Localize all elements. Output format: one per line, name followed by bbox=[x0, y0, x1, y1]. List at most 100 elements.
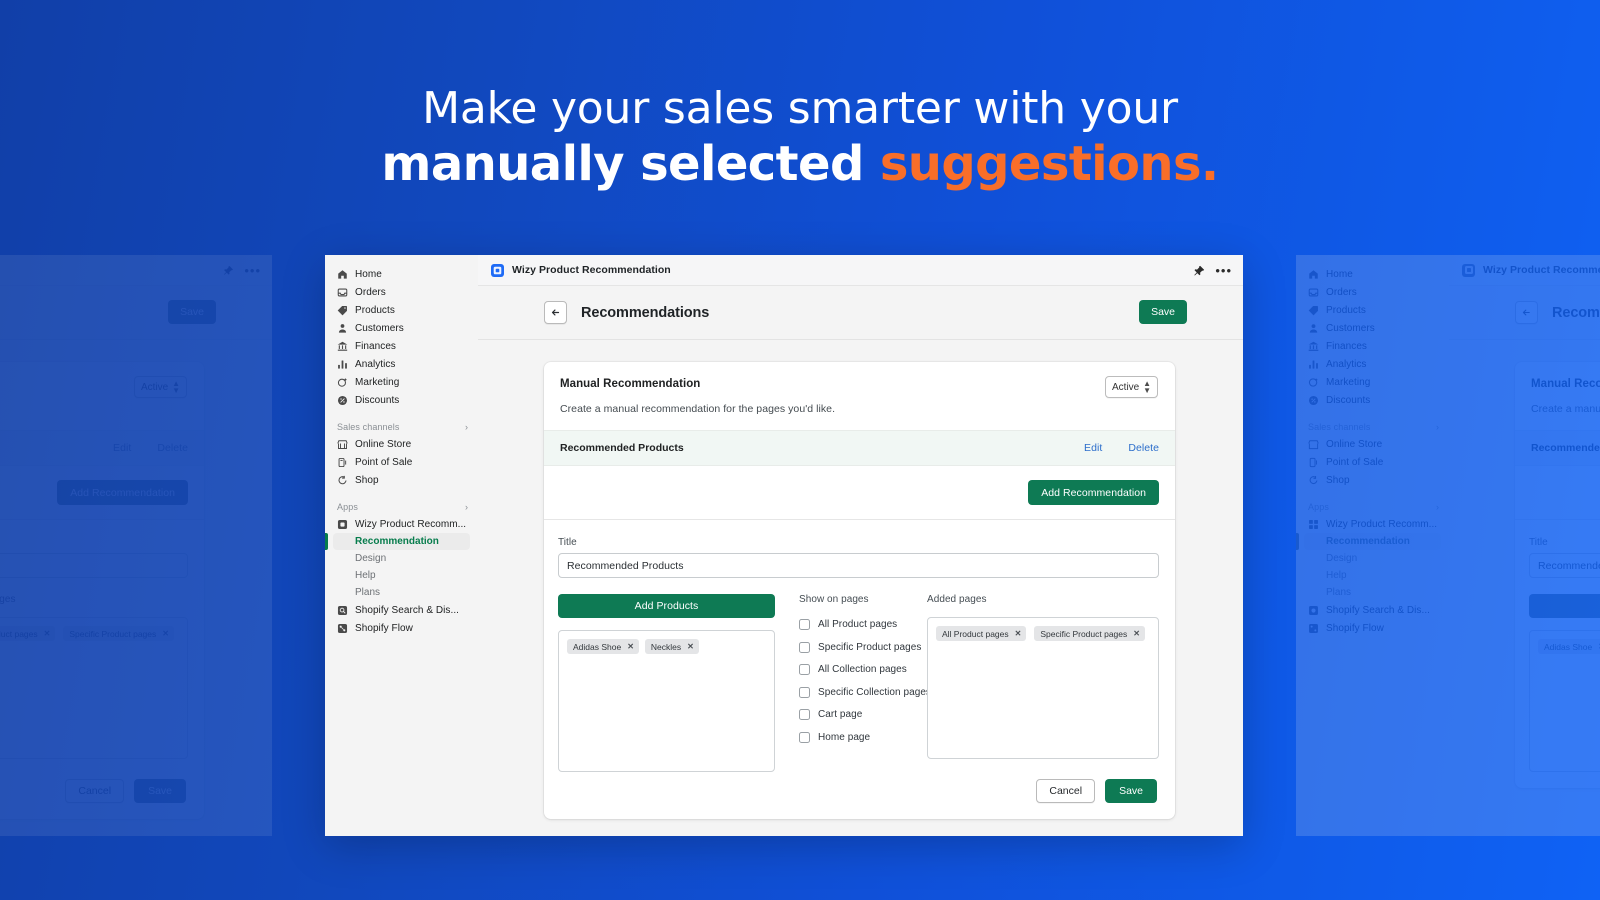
ghost-left-added-tag: Specific Product pages ✕ bbox=[63, 626, 174, 641]
recommendation-row-actions: Edit Delete bbox=[1084, 442, 1159, 454]
back-button[interactable] bbox=[544, 301, 567, 324]
remove-icon[interactable]: ✕ bbox=[627, 642, 634, 651]
more-horizontal-icon[interactable]: ••• bbox=[1215, 264, 1232, 277]
arrow-left-icon bbox=[1515, 301, 1538, 324]
ghost-right-card-title: Manual Recommendation bbox=[1531, 378, 1600, 390]
person-icon bbox=[337, 323, 348, 334]
app-tile-icon bbox=[1308, 623, 1319, 634]
checkbox-label: Specific Product pages bbox=[818, 641, 922, 653]
remove-icon[interactable]: ✕ bbox=[1133, 629, 1140, 638]
sidebar-subitem-plans[interactable]: Plans bbox=[333, 584, 470, 601]
sidebar-section-sales-channels[interactable]: Sales channels › bbox=[337, 422, 468, 432]
ghost-right-page-title: Recommendations bbox=[1552, 304, 1600, 321]
edit-link[interactable]: Edit bbox=[1084, 442, 1102, 454]
checkbox-icon[interactable] bbox=[799, 619, 810, 630]
remove-icon[interactable]: ✕ bbox=[687, 642, 694, 651]
sidebar-item-point-of-sale[interactable]: Point of Sale bbox=[333, 453, 470, 471]
title-input[interactable]: Recommended Products bbox=[558, 553, 1159, 578]
form-columns: Add Products Adidas Shoe ✕ Neckles ✕ Sho… bbox=[558, 594, 1159, 803]
chevron-right-icon: › bbox=[465, 421, 468, 432]
sidebar-item-products[interactable]: Products bbox=[333, 301, 470, 319]
sidebar-item-marketing[interactable]: Marketing bbox=[333, 373, 470, 391]
sidebar-item-label: Customers bbox=[355, 322, 404, 334]
sidebar-item-wizy: Wizy Product Recomm... bbox=[1304, 515, 1441, 533]
app-content-area: Recommendations Save Manual Recommendati… bbox=[478, 286, 1243, 836]
form-save-button[interactable]: Save bbox=[1105, 779, 1157, 803]
sidebar-subitem-help: Help bbox=[1326, 570, 1347, 581]
sidebar-item-online-store[interactable]: Online Store bbox=[333, 435, 470, 453]
show-on-pages-column: Show on pages All Product pages Specific… bbox=[775, 594, 931, 803]
checkbox-icon[interactable] bbox=[799, 664, 810, 675]
checkbox-icon[interactable] bbox=[799, 709, 810, 720]
storefront-icon bbox=[337, 439, 348, 450]
sidebar-subitem-design[interactable]: Design bbox=[333, 550, 470, 567]
checkbox-icon[interactable] bbox=[799, 641, 810, 653]
orders-icon bbox=[1308, 287, 1319, 298]
ghost-right-form-body: Title Recommended Products Add Products … bbox=[1515, 520, 1600, 788]
stepper-icon: ▲ ▼ bbox=[1143, 379, 1151, 395]
product-tag[interactable]: Neckles ✕ bbox=[644, 639, 699, 654]
remove-icon[interactable]: ✕ bbox=[1015, 629, 1022, 638]
sidebar-item-discounts[interactable]: Discounts bbox=[333, 391, 470, 409]
cancel-button[interactable]: Cancel bbox=[1036, 779, 1096, 803]
sidebar-item-analytics[interactable]: Analytics bbox=[333, 355, 470, 373]
sidebar-section-apps[interactable]: Apps › bbox=[337, 502, 468, 512]
ghost-left-edit-link: Edit bbox=[113, 442, 132, 454]
ghost-left-topbar-actions: ••• bbox=[223, 255, 261, 286]
product-tag-label: Adidas Shoe bbox=[573, 641, 622, 652]
checkbox-icon[interactable] bbox=[799, 686, 810, 698]
product-tag[interactable]: Adidas Shoe ✕ bbox=[567, 639, 639, 654]
checkbox-row-all-collection-pages[interactable]: All Collection pages bbox=[799, 664, 927, 675]
remove-icon: ✕ bbox=[162, 628, 169, 638]
pin-icon bbox=[223, 265, 234, 276]
ghost-right-content: Recommendations Manual Recommendation Cr… bbox=[1449, 286, 1600, 836]
checkbox-icon[interactable] bbox=[799, 731, 810, 743]
hero-headline-orange: suggestions. bbox=[879, 136, 1219, 193]
ghost-right-row-label: Recommended Products bbox=[1531, 442, 1600, 454]
sidebar-item-orders[interactable]: Orders bbox=[333, 283, 470, 301]
checkbox-row-home-page[interactable]: Home page bbox=[799, 731, 927, 743]
sidebar-subitem-recommendation[interactable]: Recommendation bbox=[333, 533, 470, 550]
title-field-label: Title bbox=[558, 537, 577, 548]
ghost-left-title-input: Recommended Products bbox=[0, 553, 188, 578]
checkbox-label: All Product pages bbox=[818, 619, 898, 630]
added-pages-box[interactable]: All Product pages ✕ Specific Product pag… bbox=[927, 617, 1159, 759]
more-horizontal-icon: ••• bbox=[244, 262, 261, 278]
selected-products-box[interactable]: Adidas Shoe ✕ Neckles ✕ bbox=[558, 630, 775, 772]
added-page-tag[interactable]: All Product pages ✕ bbox=[936, 626, 1027, 641]
sidebar-item-shop[interactable]: Shop bbox=[333, 471, 470, 489]
hero-headline-line2: manually selected suggestions. bbox=[0, 140, 1600, 189]
sidebar-item-label: Analytics bbox=[355, 358, 396, 370]
pin-icon[interactable] bbox=[1193, 265, 1205, 277]
chevron-right-icon: › bbox=[1436, 501, 1439, 512]
sidebar-item-finances[interactable]: Finances bbox=[333, 337, 470, 355]
sidebar-item-customers[interactable]: Customers bbox=[333, 319, 470, 337]
checkbox-row-specific-product-pages[interactable]: Specific Product pages bbox=[799, 641, 927, 653]
added-page-tag[interactable]: Specific Product pages ✕ bbox=[1034, 626, 1145, 641]
status-select[interactable]: Active ▲ ▼ bbox=[1105, 376, 1158, 398]
app-tile-icon bbox=[491, 263, 504, 277]
embedded-app-title: Wizy Product Recommendation bbox=[512, 264, 671, 276]
checkbox-row-all-product-pages[interactable]: All Product pages bbox=[799, 619, 927, 630]
checkbox-row-specific-collection-pages[interactable]: Specific Collection pages bbox=[799, 686, 931, 698]
pos-icon bbox=[337, 457, 348, 468]
add-products-button[interactable]: Add Products bbox=[558, 594, 775, 618]
sidebar-item-home[interactable]: Home bbox=[333, 265, 470, 283]
ghost-right-title-strip: Wizy Product Recommendation bbox=[1449, 255, 1600, 286]
sidebar-item-wizy-product-recommendation[interactable]: Wizy Product Recomm... bbox=[333, 515, 470, 533]
sidebar-item-shopify-flow[interactable]: Shopify Flow bbox=[333, 619, 470, 637]
sidebar-item-shopify-search-discovery[interactable]: Shopify Search & Dis... bbox=[333, 601, 470, 619]
delete-link[interactable]: Delete bbox=[1128, 442, 1159, 454]
sidebar-subitem-help[interactable]: Help bbox=[333, 567, 470, 584]
add-recommendation-button[interactable]: Add Recommendation bbox=[1028, 480, 1159, 505]
ghost-right-product-tag-box: Adidas Shoe✕ bbox=[1529, 630, 1600, 772]
checkbox-row-cart-page[interactable]: Cart page bbox=[799, 709, 927, 720]
ghost-right-product-tag: Adidas Shoe✕ bbox=[1538, 639, 1600, 654]
ghost-right-app-title: Wizy Product Recommendation bbox=[1483, 264, 1600, 276]
card-subtitle: Create a manual recommendation for the p… bbox=[560, 403, 836, 415]
ghost-left-title-strip: Wizy Product Recommendation ••• bbox=[0, 255, 272, 286]
save-button[interactable]: Save bbox=[1139, 300, 1187, 324]
ghost-right-add-rec-bar: Add Recommendation bbox=[1515, 466, 1600, 520]
sidebar-item-label: Shopify Flow bbox=[355, 622, 413, 634]
hero-headline-white: manually selected bbox=[381, 136, 880, 193]
